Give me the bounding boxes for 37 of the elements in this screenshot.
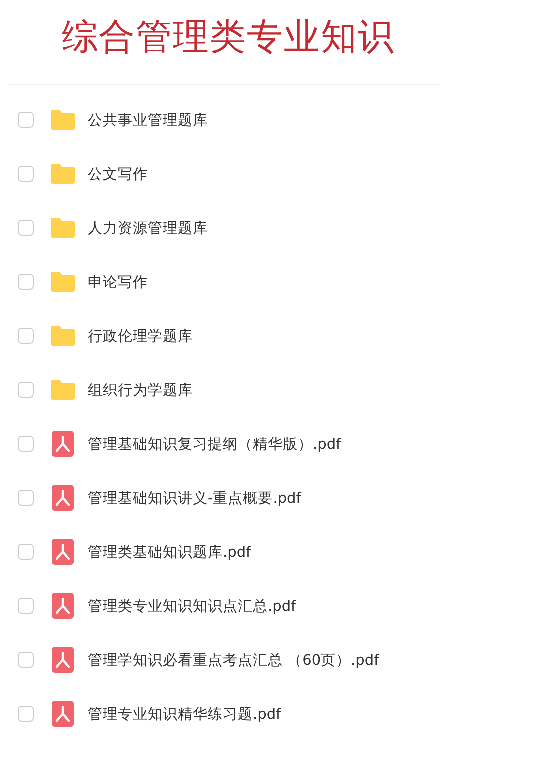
folder-icon	[50, 161, 76, 187]
checkbox[interactable]	[18, 490, 34, 506]
folder-icon	[50, 215, 76, 241]
folder-icon	[50, 107, 76, 133]
checkbox[interactable]	[18, 598, 34, 614]
folder-icon	[50, 323, 76, 349]
file-name[interactable]: 人力资源管理题库	[88, 218, 208, 238]
file-name[interactable]: 管理类基础知识题库.pdf	[88, 542, 252, 562]
checkbox[interactable]	[18, 274, 34, 290]
pdf-icon	[50, 539, 76, 565]
pdf-icon	[50, 647, 76, 673]
file-name[interactable]: 管理基础知识讲义-重点概要.pdf	[88, 488, 302, 508]
file-name[interactable]: 管理专业知识精华练习题.pdf	[88, 704, 282, 724]
file-name[interactable]: 管理类专业知识知识点汇总.pdf	[88, 596, 296, 616]
file-name[interactable]: 管理基础知识复习提纲（精华版）.pdf	[88, 434, 342, 454]
file-name[interactable]: 组织行为学题库	[88, 380, 193, 400]
pdf-icon	[50, 431, 76, 457]
checkbox[interactable]	[18, 436, 34, 452]
checkbox[interactable]	[18, 382, 34, 398]
pdf-icon	[50, 701, 76, 727]
folder-icon	[50, 269, 76, 295]
checkbox[interactable]	[18, 220, 34, 236]
checkbox[interactable]	[18, 706, 34, 722]
folder-icon	[50, 377, 76, 403]
file-name[interactable]: 公文写作	[88, 164, 148, 184]
checkbox[interactable]	[18, 328, 34, 344]
checkbox[interactable]	[18, 166, 34, 182]
checkbox[interactable]	[18, 652, 34, 668]
checkbox[interactable]	[18, 112, 34, 128]
page-title: 综合管理类专业知识	[62, 16, 395, 60]
file-name[interactable]: 申论写作	[88, 272, 148, 292]
pdf-icon	[50, 485, 76, 511]
file-name[interactable]: 公共事业管理题库	[88, 110, 208, 130]
file-name[interactable]: 行政伦理学题库	[88, 326, 193, 346]
file-name[interactable]: 管理学知识必看重点考点汇总 （60页）.pdf	[88, 650, 380, 670]
checkbox[interactable]	[18, 544, 34, 560]
pdf-icon	[50, 593, 76, 619]
